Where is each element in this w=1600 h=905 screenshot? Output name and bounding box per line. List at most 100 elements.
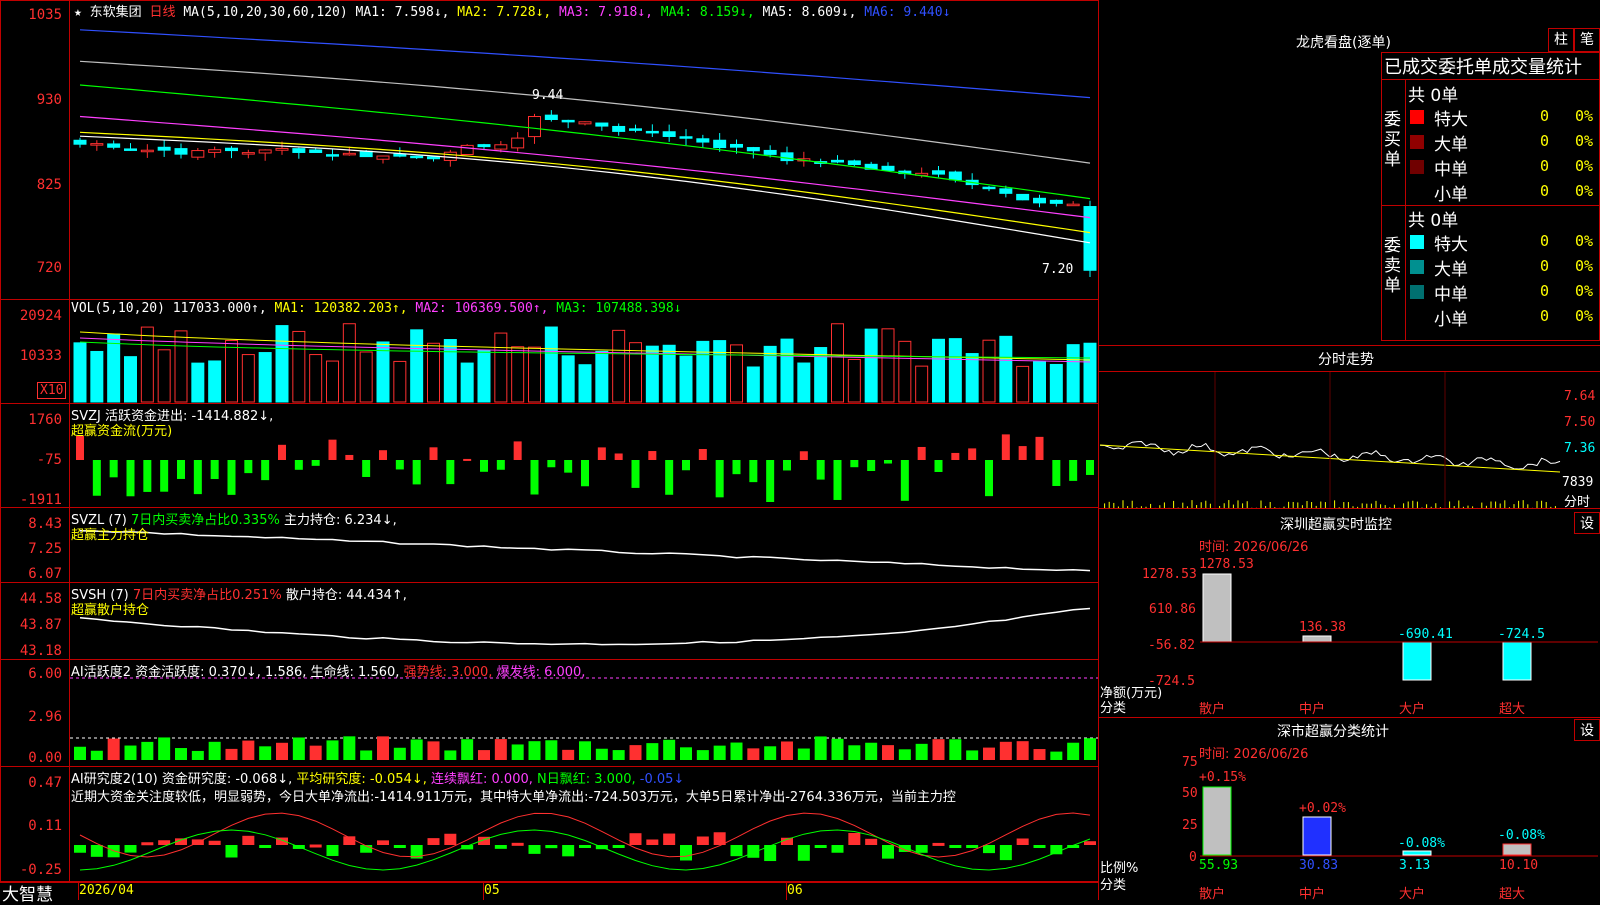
monitor-cat-1: 散户 — [1199, 702, 1226, 717]
sell-row-name-0: 特大 — [1434, 235, 1468, 255]
svzl-tick-bot: 6.07 — [28, 566, 62, 582]
vol-ma3: MA3: 107488.398↓ — [556, 301, 682, 316]
monitor-sep-top — [1099, 508, 1600, 509]
ai-research-comment: 近期大资金关注度较低，明显弱势，今日大单净流出:-1414.911万元，其中特大… — [71, 790, 956, 805]
monitor-title: 深圳超赢实时监控 — [1280, 517, 1392, 533]
monitor-val-2: 136.38 — [1299, 620, 1346, 635]
class-settings-button[interactable]: 设 — [1574, 719, 1600, 741]
vol-title: VOL(5,10,20) — [71, 301, 165, 316]
class-time: 时间: 2026/06/26 — [1199, 747, 1309, 762]
date-sep-3 — [786, 883, 787, 900]
vol-ma2: MA2: 106369.500↑, — [415, 301, 549, 316]
monitor-cat-2: 中户 — [1299, 702, 1326, 717]
ai-research-nred: N日飘红: 3.000, — [537, 772, 636, 787]
buy-row-name-0: 特大 — [1434, 110, 1468, 130]
ai-research-tick-bot: -0.25 — [19, 862, 62, 878]
right-panel-divider — [1098, 0, 1099, 900]
svsh-ratio: 7日内买卖净占比0.251% — [132, 588, 282, 603]
monitor-tick-2: 610.86 — [1149, 602, 1196, 617]
buy-side-label: 委买单 — [1384, 110, 1401, 170]
buy-row-pct-3: 0% — [1575, 182, 1594, 200]
intraday-tick-2: 7.50 — [1564, 415, 1596, 430]
class-val-4: 10.10 — [1499, 858, 1539, 873]
monitor-val-4: -724.5 — [1498, 627, 1545, 642]
class-bar — [1302, 816, 1332, 856]
class-cat-4: 超大 — [1499, 887, 1526, 902]
intraday-avg-line — [1099, 444, 1561, 473]
svzj-tick-top: 1760 — [28, 412, 62, 428]
monitor-bar — [1302, 635, 1332, 643]
vol-value: 117033.000↑, — [172, 301, 267, 316]
monitor-settings-button[interactable]: 设 — [1574, 512, 1600, 534]
intraday-sep-top — [1099, 345, 1600, 346]
bar-mode-button[interactable]: 柱 — [1548, 28, 1574, 52]
buy-row-swatch-3 — [1410, 185, 1424, 199]
buy-row-count-1: 0 — [1540, 132, 1550, 150]
buy-row-name-2: 中单 — [1434, 160, 1468, 180]
sell-row-pct-2: 0% — [1575, 282, 1594, 300]
monitor-cat-3: 大户 — [1399, 702, 1426, 717]
intraday-tick-3: 7.36 — [1564, 441, 1596, 456]
brand-label[interactable]: 大智慧 — [2, 880, 53, 905]
buy-row-pct-2: 0% — [1575, 157, 1594, 175]
ma1-value: MA1: 7.598↓, — [355, 5, 450, 20]
ai-active-burst: 爆发线: 6.000, — [496, 665, 586, 680]
ai-active-lifeline: 生命线: 1.560, — [310, 665, 400, 680]
ai-active-header: AI活跃度2 资金活跃度: 0.370↓, 1.586, 生命线: 1.560,… — [71, 661, 585, 680]
svzj-sub: 超赢资金流(万元) — [71, 424, 173, 439]
class-tick-2: 50 — [1182, 786, 1198, 801]
price-tick-825: 825 — [36, 177, 62, 193]
sell-row-count-3: 0 — [1540, 307, 1550, 325]
sell-row-count-2: 0 — [1540, 282, 1550, 300]
pen-mode-button[interactable]: 笔 — [1574, 28, 1600, 52]
class-cat-2: 中户 — [1299, 887, 1326, 902]
class-pct-1: +0.15% — [1199, 770, 1246, 785]
class-val-2: 30.83 — [1299, 858, 1339, 873]
ai-active-tick-mid: 2.96 — [28, 709, 62, 725]
class-cat-1: 散户 — [1199, 887, 1226, 902]
buy-row-name-3: 小单 — [1434, 185, 1468, 205]
stock-name: 东软集团 — [89, 5, 142, 20]
ai-research-red: 连续飘红: 0.000, — [431, 772, 533, 787]
ma3-value: MA3: 7.918↓, — [559, 5, 653, 20]
class-pct-4: -0.08% — [1498, 828, 1545, 843]
sell-row-swatch-0 — [1410, 235, 1424, 249]
star-icon[interactable]: ★ — [74, 5, 82, 20]
price-tick-930: 930 — [36, 92, 62, 108]
class-sep-top — [1099, 717, 1600, 718]
ma6-value: MA6: 9.440↓ — [864, 5, 951, 20]
intraday-title: 分时走势 — [1318, 352, 1374, 368]
ai-research-avg: 平均研究度: -0.054↓, — [296, 772, 427, 787]
class-val-1: 55.93 — [1199, 858, 1239, 873]
order-col-sep — [1405, 80, 1406, 340]
sell-row-pct-3: 0% — [1575, 307, 1594, 325]
order-stats-title: 已成交委托单成交量统计 — [1384, 57, 1582, 78]
price-header: ★ 东软集团 日线 MA(5,10,20,30,60,120) MA1: 7.5… — [74, 1, 950, 20]
date-sep-2 — [483, 883, 484, 900]
price-panel[interactable] — [0, 0, 1099, 300]
buy-row-pct-0: 0% — [1575, 107, 1594, 125]
ai-research-header: AI研究度2(10) 资金研究度: -0.068↓, 平均研究度: -0.054… — [71, 768, 684, 787]
ma2-value: MA2: 7.728↓, — [457, 5, 552, 20]
ai-research-last: -0.05↓ — [639, 772, 685, 787]
buy-row-pct-1: 0% — [1575, 132, 1594, 150]
sell-row-swatch-2 — [1410, 285, 1424, 299]
price-tick-1035: 1035 — [28, 7, 62, 23]
svsh-tick-bot: 43.18 — [19, 643, 62, 659]
svsh-tick-top: 44.58 — [19, 591, 62, 607]
lhb-title: 龙虎看盘(逐单) — [1296, 35, 1391, 51]
ai-research-value: 资金研究度: -0.068↓, — [161, 772, 293, 787]
monitor-cat-4: 超大 — [1499, 702, 1526, 717]
period-label[interactable]: 日线 — [150, 5, 176, 20]
y-axis-divider — [69, 0, 70, 882]
ma5-value: MA5: 8.609↓, — [762, 5, 857, 20]
vol-tick-high: 20924 — [19, 308, 62, 324]
sell-row-name-1: 大单 — [1434, 260, 1468, 280]
buy-row-swatch-0 — [1410, 110, 1424, 124]
buy-row-swatch-2 — [1410, 160, 1424, 174]
vol-unit-badge: X10 — [37, 382, 67, 399]
high-price-label: 9.44 — [532, 88, 564, 103]
footer-bar — [0, 882, 1099, 901]
buy-row-name-1: 大单 — [1434, 135, 1468, 155]
svzl-tick-top: 8.43 — [28, 516, 62, 532]
